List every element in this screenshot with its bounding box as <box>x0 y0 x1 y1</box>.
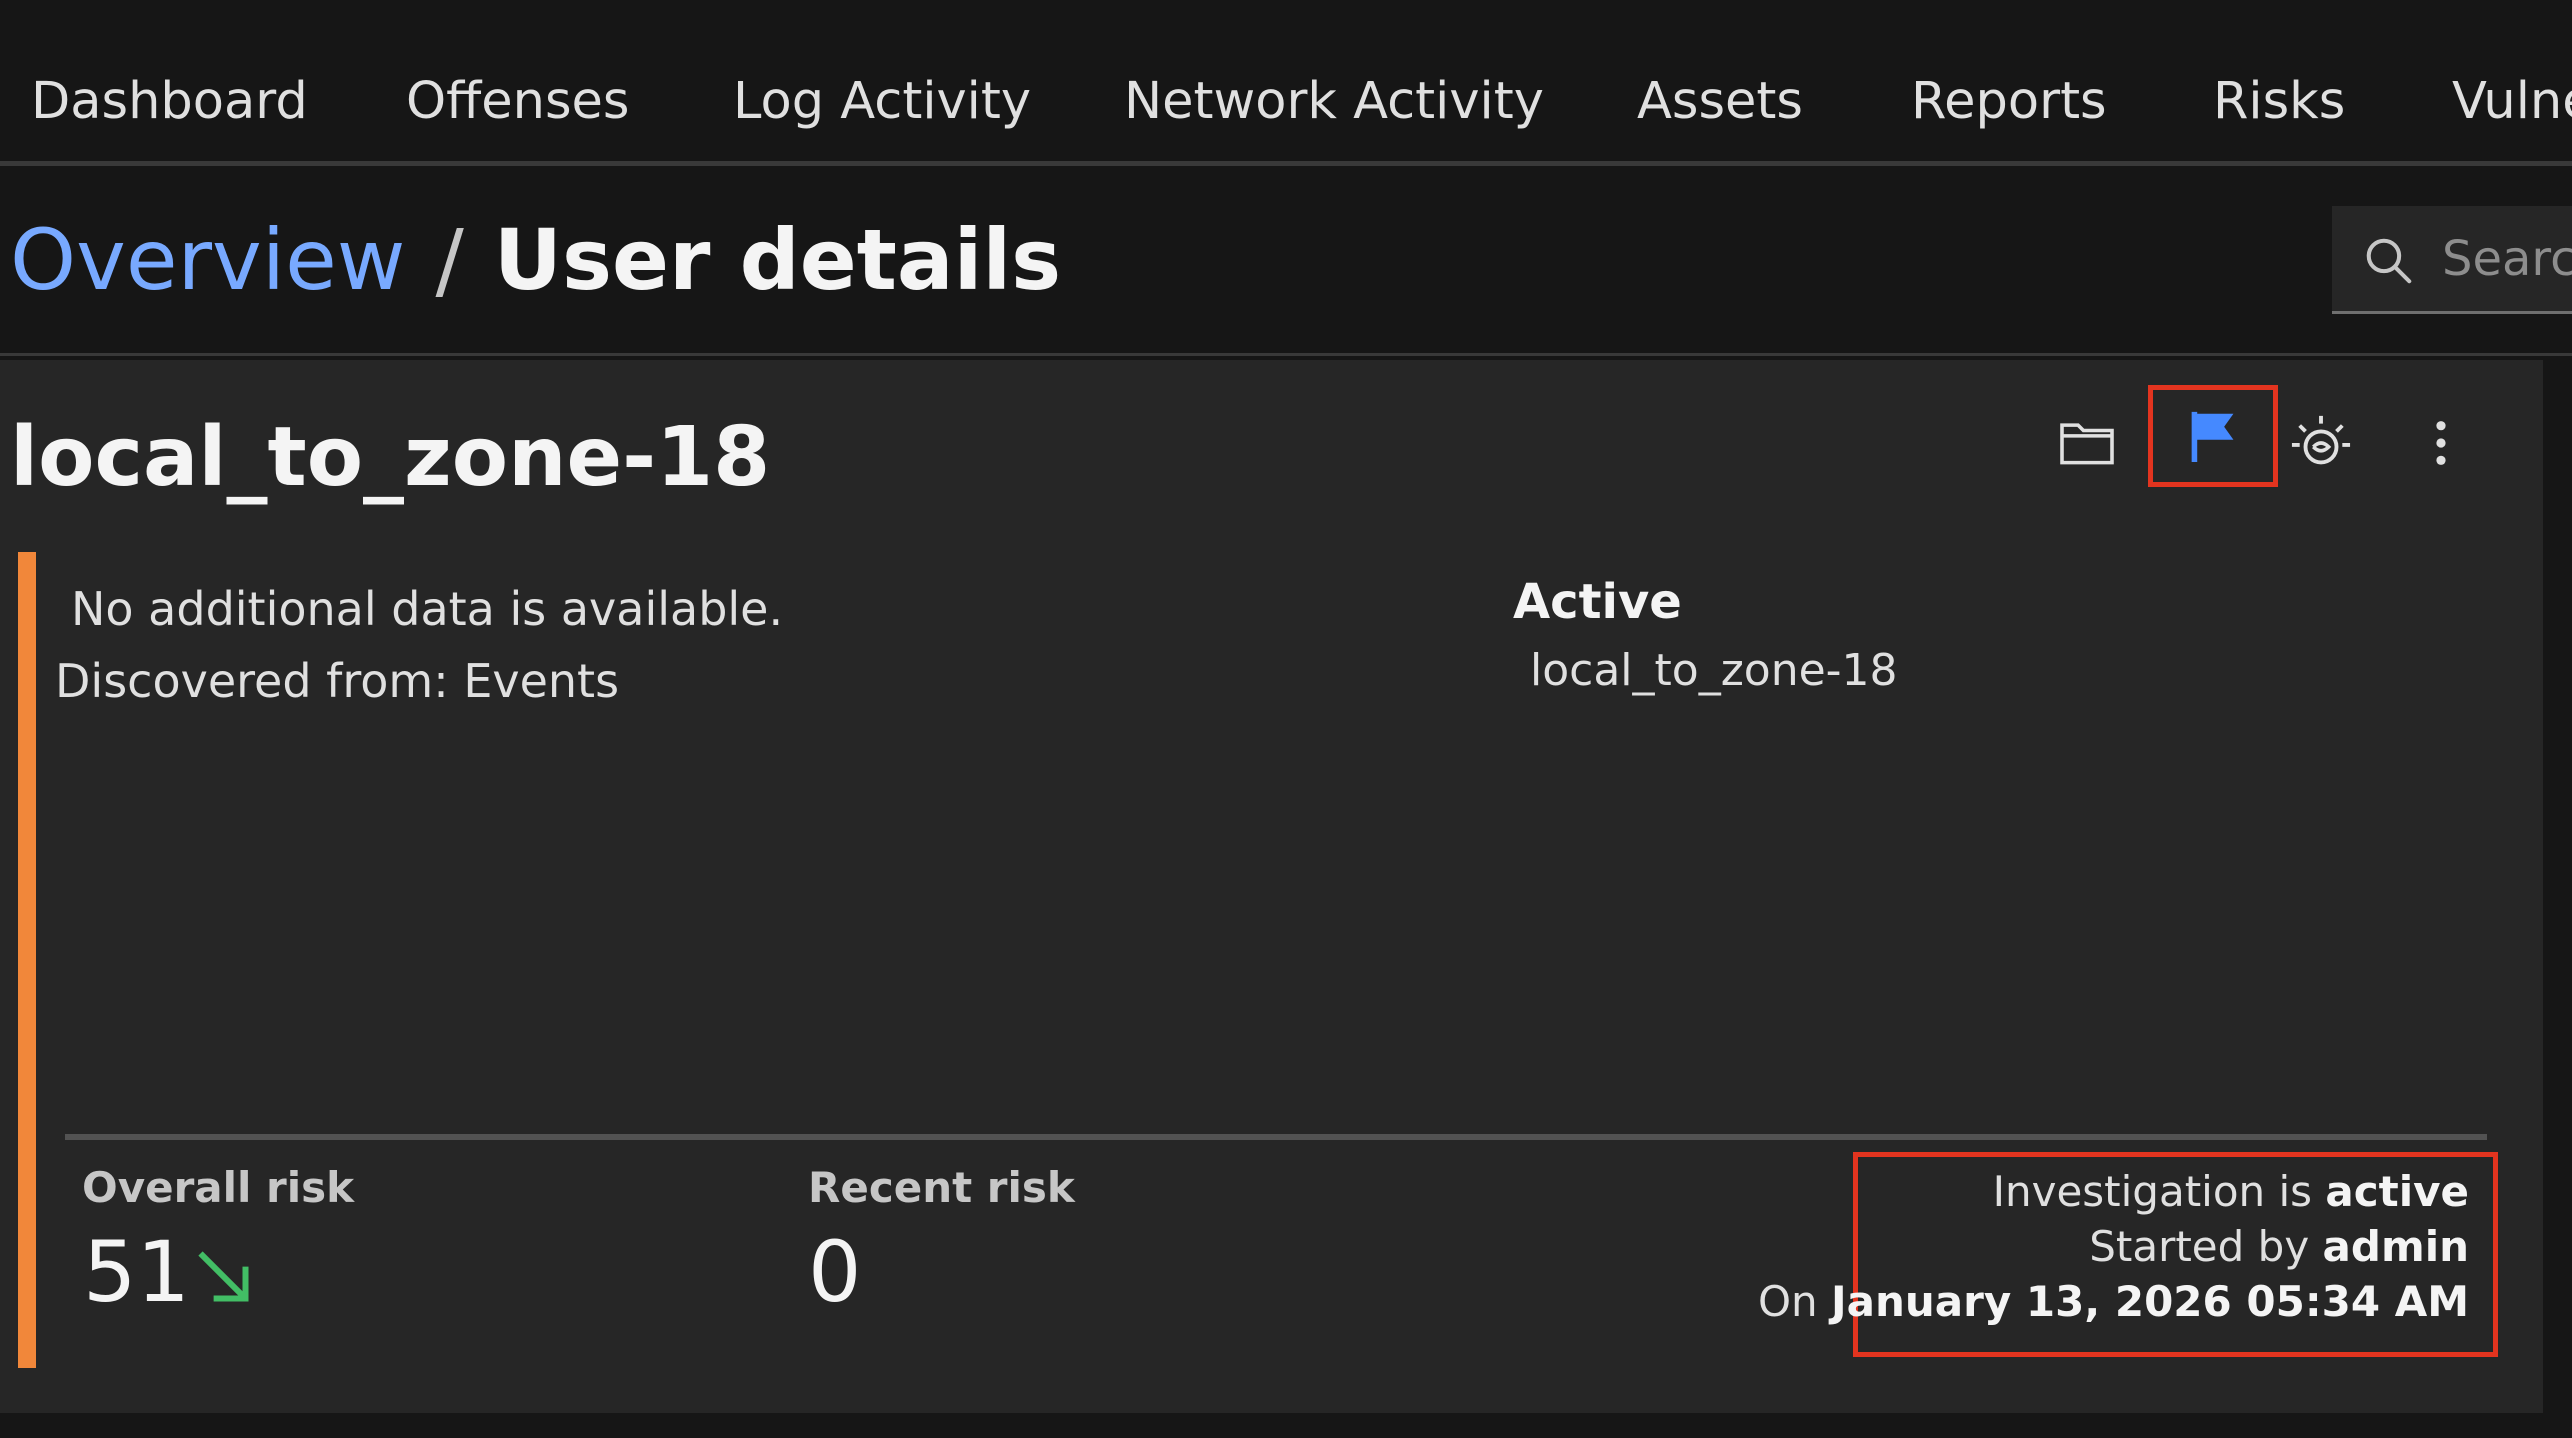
page-header: Overview / User details <box>0 166 2572 356</box>
nav-tab-reports[interactable]: Reports <box>1911 70 2107 134</box>
search-input[interactable] <box>2442 224 2572 294</box>
investigation-date-line: On January 13, 2026 05:34 AM <box>1758 1275 2469 1329</box>
page-title: User details <box>493 211 1062 309</box>
investigation-started-prefix: Started by <box>2089 1222 2310 1271</box>
user-details-card: local_to_zone-18 No additional data is a… <box>0 360 2543 1413</box>
status-accent-bar <box>18 552 36 1368</box>
user-name-title: local_to_zone-18 <box>10 410 771 505</box>
status-heading: Active <box>1513 574 1682 630</box>
breadcrumb-overview-link[interactable]: Overview <box>10 211 405 309</box>
flag-icon <box>2191 411 2234 462</box>
page-bottom-strip <box>0 1413 2572 1438</box>
watson-button[interactable] <box>2261 388 2381 498</box>
breadcrumb: Overview / User details <box>10 210 1061 310</box>
nav-tab-offenses[interactable]: Offenses <box>406 70 630 134</box>
investigation-date: January 13, 2026 05:34 AM <box>1831 1277 2469 1326</box>
recent-risk-value: 0 <box>808 1223 862 1321</box>
folder-icon <box>2060 423 2114 465</box>
investigation-started-line: Started by admin <box>2089 1220 2469 1274</box>
search-box[interactable] <box>2332 206 2572 314</box>
nav-tab-assets[interactable]: Assets <box>1637 70 1803 134</box>
watson-icon <box>2291 415 2351 465</box>
investigation-status-box: Investigation is active Started by admin… <box>1758 1152 2498 1357</box>
overflow-menu-icon <box>2436 421 2446 465</box>
nav-tab-vulnerabilities[interactable]: Vulne <box>2452 70 2572 134</box>
recent-risk-label: Recent risk <box>808 1163 1075 1212</box>
trend-down-icon <box>198 1251 249 1302</box>
discovered-from-text: Discovered from: Events <box>55 654 620 708</box>
overall-risk-value: 51 <box>83 1223 190 1321</box>
status-value: local_to_zone-18 <box>1530 645 1898 696</box>
breadcrumb-separator: / <box>435 211 464 309</box>
investigation-status-prefix: Investigation is <box>1992 1167 2313 1216</box>
flag-button[interactable] <box>2148 385 2278 487</box>
investigation-on-prefix: On <box>1757 1277 1818 1326</box>
card-divider <box>65 1134 2487 1140</box>
investigation-started-by: admin <box>2322 1222 2469 1271</box>
overall-risk-label: Overall risk <box>82 1163 355 1212</box>
nav-tab-network-activity[interactable]: Network Activity <box>1124 70 1544 134</box>
search-icon <box>2366 238 2412 284</box>
top-nav: Dashboard Offenses Log Activity Network … <box>0 0 2572 166</box>
investigation-status-value: active <box>2325 1167 2469 1216</box>
nav-tab-log-activity[interactable]: Log Activity <box>733 70 1031 134</box>
nav-tab-risks[interactable]: Risks <box>2213 70 2345 134</box>
overflow-menu-button[interactable] <box>2381 388 2501 498</box>
folder-button[interactable] <box>2027 388 2147 498</box>
nav-tab-dashboard[interactable]: Dashboard <box>31 70 308 134</box>
investigation-status-line: Investigation is active <box>1993 1165 2469 1219</box>
no-data-text: No additional data is available. <box>71 582 784 636</box>
